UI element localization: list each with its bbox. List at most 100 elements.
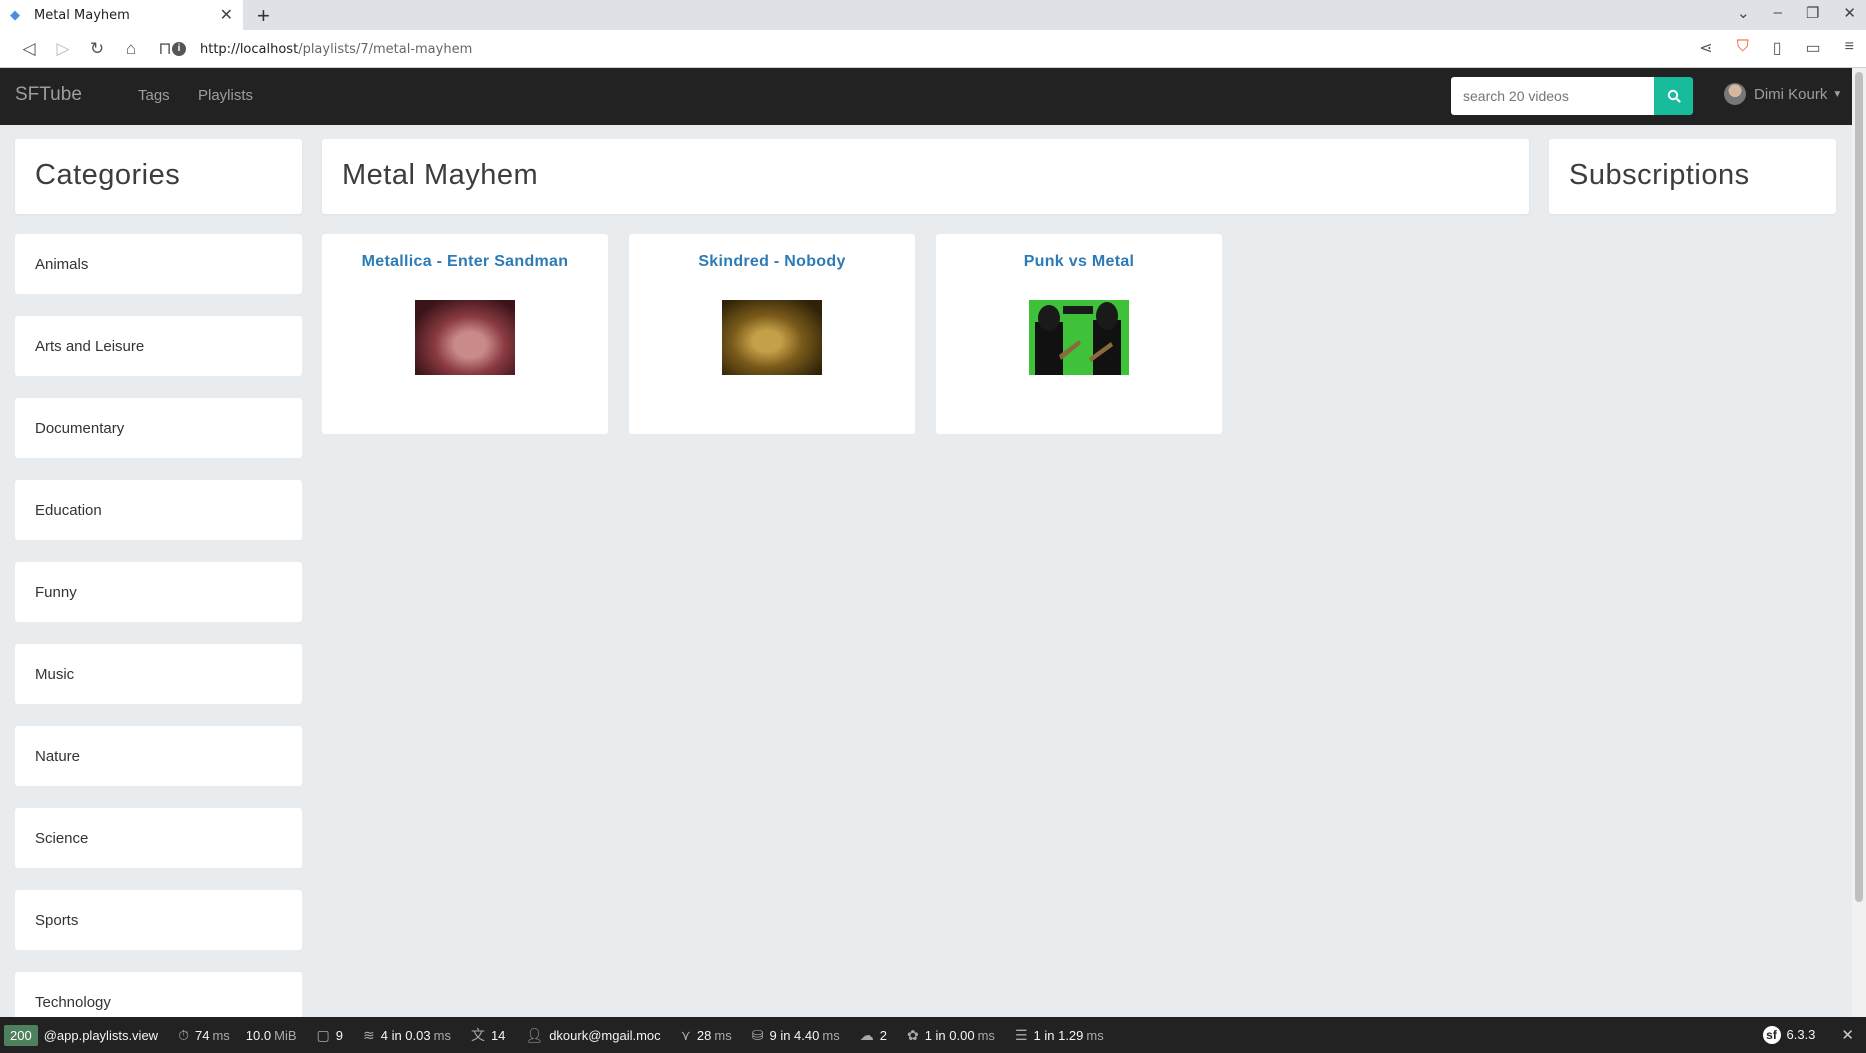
events-time: in 0.00 [935, 1027, 975, 1043]
search-input[interactable] [1451, 77, 1654, 115]
category-item[interactable]: Funny [15, 562, 302, 622]
nav-link-tags[interactable]: Tags [138, 87, 170, 104]
cloud-icon: ☁ [859, 1026, 874, 1043]
symfony-version-item[interactable]: sf 6.3.3 [1762, 1026, 1816, 1044]
category-item[interactable]: Music [15, 644, 302, 704]
minimize-button[interactable]: – [1774, 4, 1782, 22]
site-info-icon[interactable]: i [172, 42, 186, 56]
video-card: Metallica - Enter Sandman [322, 234, 608, 434]
video-title-link[interactable]: Skindred - Nobody [629, 253, 915, 271]
brave-shield-icon[interactable]: ⛉ [1737, 38, 1749, 58]
menu-icon[interactable]: ≡ [1845, 38, 1854, 58]
category-item[interactable]: Animals [15, 234, 302, 294]
playlist-header-panel: Metal Mayhem [322, 139, 1529, 214]
nav-link-playlists[interactable]: Playlists [198, 87, 253, 104]
twig-item[interactable]: ⋎ 28 ms [681, 1027, 732, 1044]
twig-icon: ⋎ [680, 1026, 691, 1043]
time-unit: ms [212, 1027, 230, 1043]
browser-tab[interactable]: ◆ Metal Mayhem ✕ [0, 0, 243, 30]
translation-icon: 文 [470, 1027, 485, 1043]
video-title-link[interactable]: Metallica - Enter Sandman [322, 253, 608, 271]
browser-tabbar: ◆ Metal Mayhem ✕ + ⌄ – ❐ ✕ [0, 0, 1866, 30]
user-menu[interactable]: Dimi Kourk ▼ [1724, 83, 1842, 105]
database-item[interactable]: ⛁ 9 in 4.40 ms [752, 1027, 840, 1044]
stopwatch-icon: ⏱ [178, 1026, 189, 1043]
stack-icon: ☰ [1014, 1026, 1028, 1043]
subscriptions-heading: Subscriptions [1569, 159, 1750, 191]
close-tab-icon[interactable]: ✕ [220, 5, 233, 25]
security-item[interactable]: 👤︎ dkourk@mgail.moc [525, 1027, 660, 1044]
video-thumbnail[interactable] [415, 300, 515, 375]
performance-item[interactable]: ⏱ 74 ms 10.0 MiB [178, 1027, 296, 1044]
caret-down-icon: ▼ [1832, 88, 1843, 100]
cache-unit: ms [433, 1027, 451, 1043]
restore-button[interactable]: ❐ [1806, 4, 1819, 22]
brand-link[interactable]: SFTube [15, 84, 82, 106]
database-icon: ⛁ [751, 1026, 764, 1043]
punk-vs-metal-thumbnail-art [1035, 302, 1121, 375]
category-item[interactable]: Sports [15, 890, 302, 950]
events-item[interactable]: ✿ 1 in 0.00 ms [907, 1027, 995, 1044]
home-button[interactable]: ⌂ [114, 39, 148, 59]
user-icon: 👤︎ [525, 1026, 544, 1043]
video-thumbnail[interactable] [722, 300, 822, 375]
twig-unit: ms [714, 1027, 732, 1043]
symfony-version: 6.3.3 [1786, 1027, 1816, 1042]
messenger-count: 1 [1033, 1027, 1041, 1043]
video-card: Punk vs Metal [936, 234, 1222, 434]
symfony-logo-icon: sf [1762, 1026, 1781, 1044]
category-item[interactable]: Arts and Leisure [15, 316, 302, 376]
video-thumbnail[interactable] [1029, 300, 1129, 375]
twig-time: 28 [696, 1027, 712, 1043]
site-navbar: SFTube Tags Playlists Dimi Kourk ▼ [0, 68, 1852, 125]
gears-icon: ✿ [906, 1026, 919, 1043]
close-toolbar-icon[interactable]: ✕ [1841, 1026, 1854, 1044]
wallet-icon[interactable]: ▭ [1806, 38, 1821, 58]
category-item[interactable]: Science [15, 808, 302, 868]
cache-time: in 0.03 [391, 1027, 431, 1043]
category-item[interactable]: Documentary [15, 398, 302, 458]
route-item[interactable]: @app.playlists.view [44, 1028, 158, 1043]
translations-count: 14 [490, 1027, 506, 1043]
page-scrollbar[interactable] [1852, 68, 1866, 1017]
messenger-item[interactable]: ☰ 1 in 1.29 ms [1015, 1027, 1104, 1044]
reload-button[interactable]: ↻ [80, 39, 114, 59]
window-controls: ⌄ – ❐ ✕ [1737, 4, 1856, 22]
scrollbar-thumb[interactable] [1855, 72, 1863, 902]
events-count: 1 [924, 1027, 932, 1043]
cache-item[interactable]: ≋ 4 in 0.03 ms [363, 1027, 451, 1044]
category-item[interactable]: Education [15, 480, 302, 540]
app-favicon-icon: ◆ [10, 7, 20, 22]
address-bar[interactable]: i http://localhost/playlists/7/metal-may… [172, 34, 1725, 64]
new-tab-button[interactable]: + [257, 3, 270, 29]
http-count: 2 [879, 1027, 887, 1043]
db-time: in 4.40 [780, 1027, 820, 1043]
back-button[interactable]: ◁ [12, 39, 46, 59]
video-title-link[interactable]: Punk vs Metal [936, 253, 1222, 271]
category-item[interactable]: Nature [15, 726, 302, 786]
forward-button[interactable]: ▷ [46, 39, 80, 59]
route-name: @app.playlists.view [43, 1027, 159, 1043]
status-badge[interactable]: 200 [4, 1024, 38, 1046]
form-icon: ▢ [316, 1026, 330, 1043]
video-card: Skindred - Nobody [629, 234, 915, 434]
http-client-item[interactable]: ☁ 2 [860, 1027, 887, 1044]
tab-list-chevron-icon[interactable]: ⌄ [1737, 4, 1750, 22]
share-icon[interactable]: ⋖ [1699, 38, 1712, 58]
categories-header-panel: Categories [15, 139, 302, 214]
cache-layers-icon: ≋ [362, 1026, 375, 1043]
forms-count: 9 [335, 1027, 343, 1043]
cache-count: 4 [380, 1027, 388, 1043]
search-button[interactable] [1654, 77, 1693, 115]
browser-actions: ⋖ ⛉ ▯ ▭ ≡ [1699, 38, 1854, 58]
avatar [1724, 83, 1746, 105]
close-window-button[interactable]: ✕ [1843, 4, 1856, 22]
browser-toolbar: ◁ ▷ ↻ ⌂ ⊓ i http://localhost/playlists/7… [0, 30, 1866, 68]
db-unit: ms [822, 1027, 840, 1043]
subscriptions-header-panel: Subscriptions [1549, 139, 1836, 214]
search-icon [1667, 89, 1681, 103]
sidebar-toggle-icon[interactable]: ▯ [1773, 38, 1782, 58]
translation-item[interactable]: 文 14 [471, 1025, 505, 1045]
forms-item[interactable]: ▢ 9 [317, 1027, 343, 1044]
messenger-time: in 1.29 [1044, 1027, 1084, 1043]
